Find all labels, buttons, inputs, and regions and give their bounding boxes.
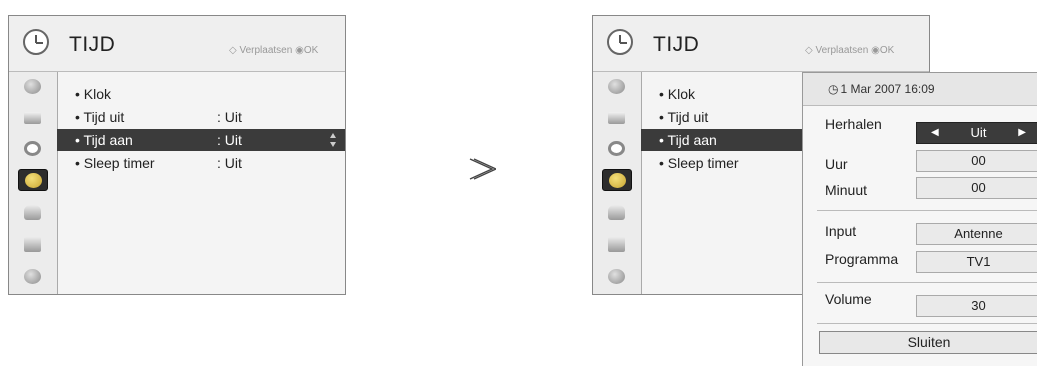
satellite-dish-icon[interactable] [602,76,632,98]
clock-glyph [609,173,626,188]
up-down-arrow-icon [329,133,337,147]
hint-move-label: Verplaatsen [815,45,869,56]
briefcase-icon[interactable] [18,234,48,256]
close-button[interactable]: Sluiten [819,331,1037,354]
divider [817,323,1037,324]
navigate-icon: ◇ [805,45,813,56]
minute-field[interactable]: 00 [916,177,1037,199]
clock-glyph [25,173,42,188]
list-item[interactable]: • Sleep timer : Uit [57,152,345,174]
lock-icon[interactable] [18,202,48,224]
menu-title: TIJD [653,33,700,56]
transition-arrow [468,156,498,189]
menu-title: TIJD [69,33,116,56]
divider [817,282,1037,283]
lock-glyph [608,205,625,220]
menu-header: TIJD ◇ Verplaatsen ◉OK [9,16,345,72]
tv-screen-icon[interactable] [18,107,48,129]
timer-popup: ◷ 1 Mar 2007 16:09 Herhalen ◀ Uit ▶ Uur 0… [802,72,1037,366]
repeat-selector[interactable]: ◀ Uit ▶ [916,122,1037,144]
program-field[interactable]: TV1 [916,251,1037,273]
program-label: Programma [825,251,899,267]
globe-glyph [24,269,41,284]
globe-icon[interactable] [602,266,632,288]
arrow-right-icon[interactable]: ▶ [1018,123,1026,143]
hour-field[interactable]: 00 [916,150,1037,172]
item-value: : Uit [217,132,242,148]
volume-field[interactable]: 30 [916,295,1037,317]
globe-glyph [608,269,625,284]
satellite-dish-glyph [24,79,41,94]
satellite-dish-icon[interactable] [18,76,48,98]
menu-hint: ◇ Verplaatsen ◉OK [805,45,894,56]
ok-icon: ◉ [871,45,880,56]
speaker-glyph [608,141,625,156]
lock-glyph [24,205,41,220]
speaker-icon[interactable] [18,138,48,160]
tv-screen-icon[interactable] [602,107,632,129]
tv-screen-glyph [24,112,41,124]
item-label: • Tijd uit [659,109,709,125]
sidebar [9,72,58,294]
briefcase-icon[interactable] [602,234,632,256]
item-label: • Sleep timer [659,155,739,171]
repeat-label: Herhalen [825,116,882,132]
repeat-value: Uit [970,125,987,140]
clock-small-icon: ◷ [828,82,839,96]
list-item[interactable]: • Klok [57,83,345,105]
item-label: • Sleep timer [75,155,155,171]
input-field[interactable]: Antenne [916,223,1037,245]
datetime-text: 1 Mar 2007 16:09 [840,82,935,96]
current-datetime: ◷ 1 Mar 2007 16:09 [828,82,935,96]
tv-screen-glyph [608,112,625,124]
volume-label: Volume [825,291,872,307]
sidebar [593,72,642,294]
hint-ok-label: OK [879,45,895,56]
navigate-icon: ◇ [229,45,237,56]
item-label: • Tijd aan [75,132,133,148]
minute-label: Minuut [825,182,868,198]
ok-icon: ◉ [295,45,304,56]
hint-ok-label: OK [303,45,319,56]
item-label: • Tijd aan [659,132,717,148]
hint-move-label: Verplaatsen [239,45,293,56]
clock-menu-icon[interactable] [18,169,48,191]
left-menu: TIJD ◇ Verplaatsen ◉OK • Klok • Tijd uit… [8,15,346,295]
clock-icon [607,29,633,55]
briefcase-glyph [24,237,41,252]
menu-header: TIJD ◇ Verplaatsen ◉OK [593,16,929,72]
satellite-dish-glyph [608,79,625,94]
chevron-right-icon [469,158,498,180]
item-value: : Uit [217,155,242,171]
popup-header: ◷ 1 Mar 2007 16:09 [803,73,1037,106]
list-item[interactable]: • Tijd uit : Uit [57,106,345,128]
item-value: : Uit [217,109,242,125]
globe-icon[interactable] [18,266,48,288]
list-item-selected[interactable]: • Tijd aan : Uit [57,129,345,151]
hour-label: Uur [825,156,848,172]
menu-hint: ◇ Verplaatsen ◉OK [229,45,318,56]
briefcase-glyph [608,237,625,252]
arrow-left-icon[interactable]: ◀ [931,123,939,143]
clock-icon [23,29,49,55]
divider [817,210,1037,211]
speaker-icon[interactable] [602,138,632,160]
input-label: Input [825,223,857,239]
item-label: • Klok [659,86,696,102]
clock-menu-icon[interactable] [602,169,632,191]
item-label: • Tijd uit [75,109,125,125]
speaker-glyph [24,141,41,156]
lock-icon[interactable] [602,202,632,224]
item-label: • Klok [75,86,112,102]
